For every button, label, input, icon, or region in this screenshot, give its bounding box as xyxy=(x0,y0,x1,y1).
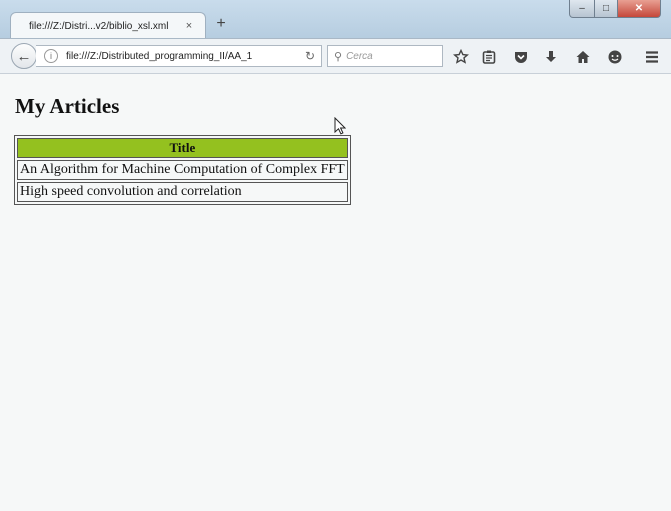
home-icon[interactable] xyxy=(574,48,592,66)
reload-icon[interactable]: ↻ xyxy=(305,49,315,63)
tab-title: file:///Z:/Distri...v2/biblio_xsl.xml xyxy=(29,20,169,32)
table-cell: High speed convolution and correlation xyxy=(17,182,348,202)
table-header-title: Title xyxy=(17,138,348,158)
table-row: An Algorithm for Machine Computation of … xyxy=(17,160,348,180)
articles-table: Title An Algorithm for Machine Computati… xyxy=(14,135,351,205)
search-icon: ⚲ xyxy=(334,50,343,63)
chat-icon[interactable] xyxy=(606,48,624,66)
url-text[interactable]: file:///Z:/Distributed_programming_II/AA… xyxy=(66,51,286,62)
mouse-cursor-icon xyxy=(334,116,347,140)
browser-window: file:///Z:/Distri...v2/biblio_xsl.xml × … xyxy=(0,0,671,511)
menu-icon[interactable] xyxy=(643,48,661,66)
close-window-button[interactable]: ✕ xyxy=(618,0,661,18)
search-placeholder: Cerca xyxy=(346,50,373,62)
tab-biblio[interactable]: file:///Z:/Distri...v2/biblio_xsl.xml × xyxy=(10,12,206,39)
navigation-bar: ← i file:///Z:/Distributed_programming_I… xyxy=(0,38,671,74)
download-icon[interactable] xyxy=(542,48,560,66)
back-button[interactable]: ← xyxy=(11,43,37,69)
tab-close-icon[interactable]: × xyxy=(183,20,195,32)
search-bar[interactable]: ⚲ Cerca xyxy=(327,45,443,67)
maximize-button[interactable]: □ xyxy=(595,0,618,18)
url-bar[interactable]: i file:///Z:/Distributed_programming_II/… xyxy=(36,45,322,67)
page-title: My Articles xyxy=(15,94,120,118)
table-cell: An Algorithm for Machine Computation of … xyxy=(17,160,348,180)
new-tab-button[interactable]: + xyxy=(212,15,230,33)
window-controls: – □ ✕ xyxy=(569,0,661,18)
pocket-icon[interactable] xyxy=(512,48,530,66)
star-icon[interactable] xyxy=(452,48,470,66)
minimize-button[interactable]: – xyxy=(569,0,595,18)
reading-list-icon[interactable] xyxy=(480,48,498,66)
site-identity-icon[interactable]: i xyxy=(44,49,58,63)
table-row: High speed convolution and correlation xyxy=(17,182,348,202)
tab-strip: file:///Z:/Distri...v2/biblio_xsl.xml × … xyxy=(0,0,671,39)
